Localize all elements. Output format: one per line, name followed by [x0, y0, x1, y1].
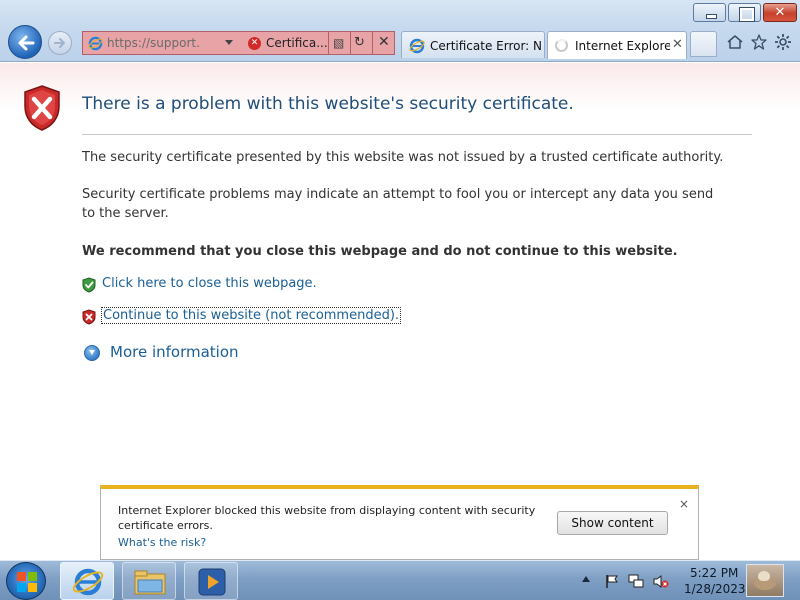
- taskbar-internet-explorer[interactable]: [60, 562, 114, 600]
- divider: [82, 134, 752, 135]
- tools-icon[interactable]: [774, 33, 792, 51]
- network-icon[interactable]: [628, 574, 644, 589]
- new-tab-button[interactable]: [690, 31, 717, 57]
- back-button[interactable]: [8, 25, 42, 59]
- back-icon: [18, 35, 35, 51]
- warning-text: Security certificate problems may indica…: [82, 187, 714, 221]
- clock-date[interactable]: 1/28/2023: [684, 582, 746, 596]
- notification-message: Internet Explorer blocked this website f…: [118, 504, 536, 532]
- divider: [372, 32, 373, 54]
- compatibility-view-icon[interactable]: ▧: [333, 36, 344, 50]
- close-webpage-link[interactable]: Click here to close this webpage.: [102, 276, 317, 291]
- volume-muted-icon[interactable]: [653, 574, 669, 589]
- forward-icon: [54, 38, 65, 48]
- start-button[interactable]: [6, 562, 46, 600]
- close-icon[interactable]: ×: [679, 497, 689, 511]
- address-bar[interactable]: https://support.m ✕ Certifica... ▧ ↻ ✕: [82, 31, 395, 55]
- chevron-down-icon[interactable]: [84, 345, 100, 361]
- continue-link[interactable]: Continue to this website (not recommende…: [100, 307, 402, 324]
- user-avatar[interactable]: [746, 564, 784, 597]
- windows-logo-icon: [17, 572, 37, 592]
- notification-bar: Internet Explorer blocked this website f…: [100, 485, 699, 560]
- flag-icon[interactable]: [605, 574, 619, 589]
- clock-time[interactable]: 5:22 PM: [690, 566, 738, 580]
- show-content-button[interactable]: Show content: [557, 511, 668, 535]
- favorites-icon[interactable]: [750, 33, 768, 51]
- maximize-button[interactable]: [728, 3, 761, 22]
- loading-spinner-icon: [555, 39, 568, 52]
- shield-error-icon: [24, 85, 60, 131]
- taskbar-windows-explorer[interactable]: [122, 562, 176, 600]
- browser-chrome: ✕ https://support.m ✕ Certifica... ▧ ↻ ✕: [0, 0, 800, 62]
- folder-icon: [134, 570, 166, 595]
- close-tab-icon[interactable]: ✕: [672, 37, 683, 52]
- stop-icon[interactable]: ✕: [378, 34, 390, 50]
- tab-certificate-error[interactable]: Certificate Error: N...: [401, 31, 545, 58]
- ie-icon: [88, 36, 103, 51]
- home-icon[interactable]: [726, 33, 744, 51]
- refresh-icon[interactable]: ↻: [354, 35, 365, 50]
- url-text[interactable]: https://support.m: [107, 36, 199, 50]
- forward-button[interactable]: [48, 31, 72, 55]
- ie-icon: [409, 38, 425, 54]
- dropdown-icon[interactable]: [225, 40, 233, 45]
- shield-error-icon: [82, 309, 96, 325]
- more-information-link[interactable]: More information: [110, 343, 239, 361]
- description-text: The security certificate presented by th…: [82, 150, 724, 165]
- taskbar: 5:22 PM 1/28/2023: [0, 560, 800, 600]
- taskbar-media-player[interactable]: [184, 562, 238, 600]
- close-window-button[interactable]: ✕: [763, 3, 797, 22]
- tab-internet-explorer[interactable]: Internet Explore... ✕: [547, 31, 687, 59]
- ie-icon: [72, 568, 104, 596]
- close-icon: ✕: [774, 5, 786, 20]
- tab-label: Certificate Error: N...: [430, 39, 542, 53]
- recommendation-text: We recommend that you close this webpage…: [82, 244, 678, 259]
- certificate-error-icon[interactable]: ✕: [248, 37, 261, 50]
- divider: [350, 32, 351, 54]
- media-player-icon: [198, 568, 226, 596]
- show-hidden-icons-icon[interactable]: [582, 576, 590, 582]
- certificate-error-label[interactable]: Certifica...: [266, 36, 328, 50]
- whats-the-risk-link[interactable]: What's the risk?: [118, 536, 206, 549]
- minimize-button[interactable]: [693, 3, 726, 22]
- shield-ok-icon: [82, 277, 96, 293]
- divider: [328, 32, 329, 54]
- page-title: There is a problem with this website's s…: [82, 94, 574, 114]
- tab-label: Internet Explore...: [575, 39, 670, 53]
